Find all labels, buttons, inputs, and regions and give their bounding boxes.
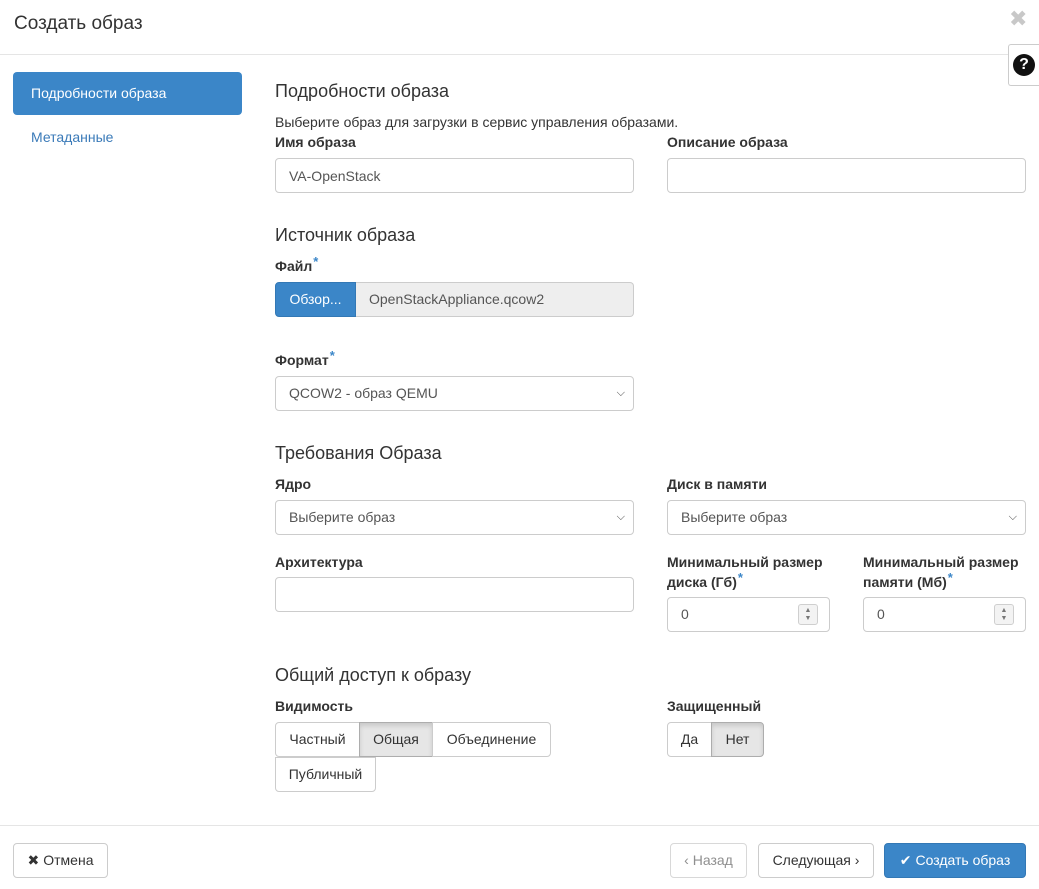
chevron-left-icon: ‹ bbox=[684, 852, 693, 868]
required-marker: * bbox=[947, 570, 953, 585]
footer-divider bbox=[0, 825, 1039, 826]
kernel-label: Ядро bbox=[275, 476, 312, 492]
spinner-icon[interactable]: ▲ ▼ bbox=[798, 604, 818, 625]
check-icon: ✔ bbox=[899, 852, 912, 868]
kernel-select-value: Выберите образ bbox=[289, 509, 396, 525]
modal-title: Создать образ bbox=[14, 13, 143, 34]
min-disk-label-line1: Минимальный размер bbox=[667, 554, 823, 570]
architecture-input[interactable] bbox=[275, 577, 634, 612]
visibility-shared-button[interactable]: Общая bbox=[359, 722, 433, 757]
min-disk-input[interactable]: 0 ▲ ▼ bbox=[667, 597, 830, 632]
architecture-label: Архитектура bbox=[275, 554, 363, 570]
min-ram-label-line2: памяти (Мб) bbox=[863, 574, 947, 590]
next-button[interactable]: Следующая › bbox=[758, 843, 874, 878]
min-disk-value: 0 bbox=[681, 606, 689, 622]
required-marker: * bbox=[329, 348, 335, 363]
modal-header: Создать образ ✖ bbox=[0, 0, 1039, 55]
format-label: Формат* bbox=[275, 348, 335, 370]
next-label: Следующая bbox=[772, 852, 851, 868]
protected-yes-button[interactable]: Да bbox=[667, 722, 712, 757]
visibility-community-button[interactable]: Объединение bbox=[432, 722, 551, 757]
browse-button[interactable]: Обзор... bbox=[275, 282, 356, 317]
chevron-down-icon: ⌵ bbox=[616, 387, 625, 399]
back-label: Назад bbox=[692, 852, 733, 868]
required-marker: * bbox=[737, 570, 743, 585]
file-label-text: Файл bbox=[275, 258, 313, 274]
create-image-button[interactable]: ✔ Создать образ bbox=[884, 843, 1026, 878]
help-icon: ? bbox=[1013, 54, 1035, 76]
min-disk-label: Минимальный размер диска (Гб)* bbox=[667, 552, 823, 592]
file-name-field[interactable]: OpenStackAppliance.qcow2 bbox=[356, 282, 634, 317]
min-ram-label: Минимальный размер памяти (Мб)* bbox=[863, 552, 1019, 592]
details-heading: Подробности образа bbox=[275, 81, 450, 101]
protected-label: Защищенный bbox=[667, 698, 762, 714]
chevron-down-icon: ⌵ bbox=[1008, 511, 1017, 523]
ramdisk-label: Диск в памяти bbox=[667, 476, 767, 492]
kernel-select[interactable]: Выберите образ ⌵ bbox=[275, 500, 634, 535]
nav-item-details[interactable]: Подробности образа bbox=[13, 72, 242, 115]
chevron-down-icon: ⌵ bbox=[616, 511, 625, 523]
required-marker: * bbox=[313, 254, 319, 269]
ramdisk-select-value: Выберите образ bbox=[681, 509, 788, 525]
image-description-input[interactable] bbox=[667, 158, 1026, 193]
cancel-label: Отмена bbox=[43, 852, 94, 868]
back-button[interactable]: ‹ Назад bbox=[670, 843, 747, 878]
ramdisk-select[interactable]: Выберите образ ⌵ bbox=[667, 500, 1026, 535]
image-description-label: Описание образа bbox=[667, 134, 788, 150]
help-button[interactable]: ? bbox=[1008, 44, 1039, 86]
nav-item-metadata[interactable]: Метаданные bbox=[31, 129, 113, 145]
min-disk-label-line2: диска (Гб) bbox=[667, 574, 737, 590]
image-name-input[interactable] bbox=[275, 158, 634, 193]
min-ram-input[interactable]: 0 ▲ ▼ bbox=[863, 597, 1026, 632]
close-icon[interactable]: ✖ bbox=[1009, 8, 1027, 30]
create-label: Создать образ bbox=[915, 852, 1011, 868]
min-ram-label-line1: Минимальный размер bbox=[863, 554, 1019, 570]
format-select-value: QCOW2 - образ QEMU bbox=[289, 385, 438, 401]
sharing-heading: Общий доступ к образу bbox=[275, 665, 472, 685]
visibility-label: Видимость bbox=[275, 698, 353, 714]
requirements-heading: Требования Образа bbox=[275, 443, 442, 463]
min-ram-value: 0 bbox=[877, 606, 885, 622]
times-icon: ✖ bbox=[27, 852, 40, 868]
image-name-label: Имя образа bbox=[275, 134, 356, 150]
format-select[interactable]: QCOW2 - образ QEMU ⌵ bbox=[275, 376, 634, 411]
file-picker: Обзор... OpenStackAppliance.qcow2 bbox=[275, 282, 634, 317]
cancel-button[interactable]: ✖ Отмена bbox=[13, 843, 108, 878]
visibility-public-button[interactable]: Публичный bbox=[275, 757, 376, 792]
protected-no-button[interactable]: Нет bbox=[711, 722, 764, 757]
spinner-icon[interactable]: ▲ ▼ bbox=[994, 604, 1014, 625]
chevron-right-icon: › bbox=[850, 852, 860, 868]
details-help-text: Выберите образ для загрузки в сервис упр… bbox=[275, 114, 679, 130]
format-label-text: Формат bbox=[275, 352, 329, 368]
file-label: Файл* bbox=[275, 254, 319, 276]
visibility-private-button[interactable]: Частный bbox=[275, 722, 360, 757]
source-heading: Источник образа bbox=[275, 225, 416, 245]
